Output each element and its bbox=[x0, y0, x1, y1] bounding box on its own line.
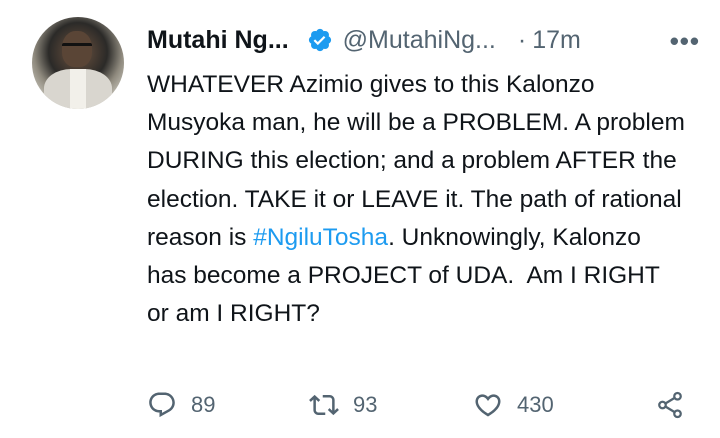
avatar-glasses bbox=[62, 43, 92, 52]
retweet-button[interactable]: 93 bbox=[309, 390, 377, 420]
reply-button[interactable]: 89 bbox=[147, 390, 215, 420]
avatar-shirt bbox=[70, 69, 86, 109]
reply-count: 89 bbox=[191, 392, 216, 417]
author-handle[interactable]: @MutahiNg... bbox=[343, 26, 496, 55]
like-count: 430 bbox=[517, 392, 554, 417]
more-options-icon[interactable]: ••• bbox=[670, 26, 700, 57]
reply-icon bbox=[149, 392, 175, 418]
tweet-header: Mutahi Ng... @MutahiNg... · 17m ••• bbox=[147, 24, 700, 57]
share-button[interactable] bbox=[655, 390, 685, 420]
verified-badge-icon bbox=[307, 27, 333, 53]
retweet-count: 93 bbox=[353, 392, 378, 417]
author-name[interactable]: Mutahi Ng... bbox=[147, 26, 289, 55]
like-button[interactable]: 430 bbox=[473, 390, 554, 420]
avatar[interactable] bbox=[32, 17, 124, 109]
action-bar: 89 93 430 bbox=[147, 390, 692, 426]
tweet-timestamp[interactable]: 17m bbox=[532, 26, 581, 55]
retweet-icon bbox=[309, 394, 339, 416]
heart-icon bbox=[475, 394, 501, 417]
separator-dot: · bbox=[517, 25, 527, 54]
hashtag-link[interactable]: #NgiluTosha bbox=[253, 224, 388, 251]
share-icon bbox=[658, 391, 682, 419]
tweet-text: WHATEVER Azimio gives to this Kalonzo Mu… bbox=[147, 66, 687, 333]
